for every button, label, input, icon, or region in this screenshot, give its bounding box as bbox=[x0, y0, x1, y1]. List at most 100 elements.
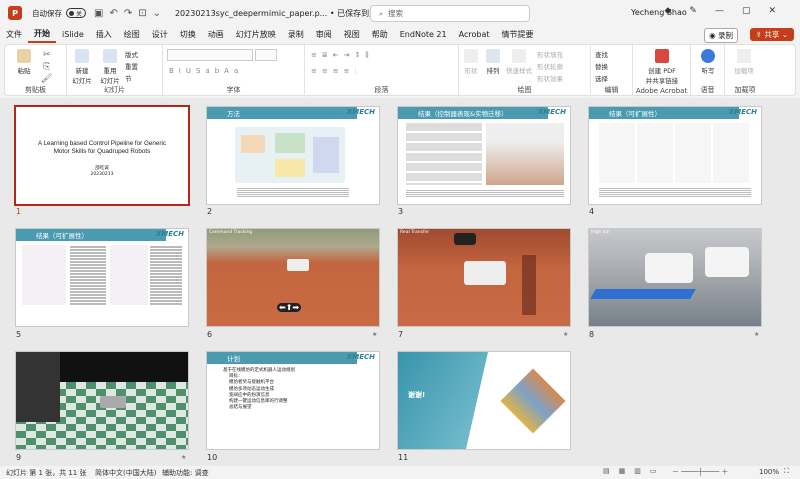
quick-styles-button[interactable]: 快速样式 bbox=[505, 49, 533, 75]
dictate-button[interactable]: 听写 bbox=[697, 49, 719, 75]
tab-storyboard[interactable]: 情节提要 bbox=[495, 26, 539, 43]
align-icons[interactable]: ≡≡≡≡⫶ bbox=[311, 67, 361, 76]
caption-text-block bbox=[406, 189, 564, 197]
slide-header: 计划 bbox=[207, 352, 357, 364]
tab-record[interactable]: 录制 bbox=[282, 26, 310, 43]
status-bar: 幻灯片 第 1 张，共 11 张 简体中文(中国大陆) 辅助功能: 调查 ▤▦▥… bbox=[0, 466, 800, 479]
slide-number: 9 bbox=[16, 453, 22, 462]
tab-review[interactable]: 审阅 bbox=[310, 26, 338, 43]
figure-plots bbox=[599, 123, 751, 183]
font-format-icons[interactable]: BIUSabAa bbox=[169, 67, 243, 75]
reuse-slides-icon bbox=[103, 49, 117, 63]
autosave-label: 自动保存 bbox=[32, 8, 62, 18]
tab-endnote[interactable]: EndNote 21 bbox=[394, 26, 453, 43]
search-input[interactable]: ⌕ 搜索 bbox=[370, 5, 530, 22]
cut-copy-icons[interactable]: ✂ ⎘ 🖌 bbox=[41, 49, 52, 85]
window-controls[interactable]: ◆✎—▢✕ bbox=[664, 6, 794, 16]
select-button[interactable]: 选择 bbox=[595, 73, 608, 83]
slide-number: 1 bbox=[16, 207, 22, 216]
group-editing: 查找 替换 选择 编辑 bbox=[591, 45, 633, 97]
tab-view[interactable]: 视图 bbox=[338, 26, 366, 43]
paste-button[interactable]: 粘贴 bbox=[13, 49, 35, 75]
slide-thumbnail-9[interactable]: Terrain Curr bbox=[16, 352, 188, 449]
slide-sorter: A Learning based Control Pipeline for Ge… bbox=[0, 98, 800, 466]
robot-sim-image bbox=[100, 396, 126, 408]
tab-animations[interactable]: 动画 bbox=[202, 26, 230, 43]
replace-button[interactable]: 替换 bbox=[595, 61, 608, 71]
arrange-button[interactable]: 排列 bbox=[483, 49, 503, 75]
group-acrobat: 创建 PDF 并共享链接 Adobe Acrobat bbox=[633, 45, 691, 97]
tab-islide[interactable]: iSlide bbox=[56, 26, 90, 43]
shape-button[interactable]: 形状 bbox=[461, 49, 481, 75]
shape-fill-button[interactable]: 形状填充 bbox=[537, 49, 563, 59]
xmech-logo: XMECH bbox=[346, 353, 375, 361]
font-label: 字体 bbox=[226, 86, 241, 94]
addins-button[interactable]: 加载项 bbox=[729, 49, 759, 75]
ribbon-tabs: 文件 开始 iSlide 插入 绘图 设计 切换 动画 幻灯片放映 录制 审阅 … bbox=[0, 26, 800, 43]
shape-effect-button[interactable]: 形状效果 bbox=[537, 73, 563, 83]
tab-design[interactable]: 设计 bbox=[146, 26, 174, 43]
tab-file[interactable]: 文件 bbox=[0, 26, 28, 43]
record-button[interactable]: ◉ 录制 bbox=[704, 28, 738, 43]
addins-label: 加载项 bbox=[734, 86, 756, 94]
editing-label: 编辑 bbox=[604, 86, 619, 94]
zoom-slider[interactable]: － ────┼──── ＋ bbox=[672, 467, 728, 477]
slide-thumbnail-4[interactable]: 结果（可扩展性） XMECH bbox=[589, 107, 761, 204]
tab-slideshow[interactable]: 幻灯片放映 bbox=[230, 26, 282, 43]
shape-icon bbox=[464, 49, 478, 63]
tab-home[interactable]: 开始 bbox=[28, 26, 56, 43]
acrobat-label: Adobe Acrobat bbox=[635, 87, 688, 95]
zoom-level[interactable]: 100% bbox=[759, 468, 779, 476]
transition-star-icon: ★ bbox=[372, 331, 378, 338]
tab-acrobat[interactable]: Acrobat bbox=[453, 26, 496, 43]
drawing-label: 绘图 bbox=[517, 86, 532, 94]
paragraph-label: 段落 bbox=[374, 86, 389, 94]
layout-button[interactable]: 版式 bbox=[125, 49, 138, 59]
xmech-logo: XMECH bbox=[346, 108, 375, 116]
document-title[interactable]: 20230213syc_deepermimic_paper.p... • 已保存… bbox=[175, 8, 402, 19]
microphone-icon bbox=[701, 49, 715, 63]
transition-star-icon: ★ bbox=[754, 331, 760, 338]
autosave-toggle[interactable]: 关 bbox=[66, 8, 86, 18]
tab-insert[interactable]: 插入 bbox=[90, 26, 118, 43]
tab-transitions[interactable]: 切换 bbox=[174, 26, 202, 43]
fit-slide-icon[interactable]: ⛶ bbox=[784, 467, 789, 476]
accessibility-text[interactable]: 辅助功能: 调查 bbox=[162, 468, 209, 478]
find-button[interactable]: 查找 bbox=[595, 49, 608, 59]
reuse-slides-button[interactable]: 重用 幻灯片 bbox=[97, 49, 123, 85]
teal-shape bbox=[398, 352, 488, 449]
create-pdf-button[interactable]: 创建 PDF 并共享链接 bbox=[637, 49, 687, 85]
robot-dog-image bbox=[464, 261, 506, 285]
slide-thumbnail-2[interactable]: 方法 XMECH bbox=[207, 107, 379, 204]
view-buttons[interactable]: ▤▦▥▭ bbox=[603, 467, 665, 475]
slide-header: 结果（控制器表现&实物迁移） bbox=[398, 107, 548, 119]
addins-icon bbox=[737, 49, 751, 63]
robot-dog-image bbox=[645, 253, 693, 283]
quick-access-icons[interactable]: ▣↶↷⊡⌄ bbox=[94, 8, 167, 19]
share-button[interactable]: ⇪ 共享 ⌄ bbox=[749, 28, 794, 41]
font-size-field[interactable] bbox=[255, 49, 277, 61]
language-text[interactable]: 简体中文(中国大陆) bbox=[95, 468, 156, 478]
slide-thumbnail-5[interactable]: 结果（可扩展性） XMECH bbox=[16, 229, 188, 326]
slide-thumbnail-1[interactable]: A Learning based Control Pipeline for Ge… bbox=[16, 107, 188, 204]
font-name-field[interactable] bbox=[167, 49, 253, 61]
list-icons[interactable]: ≡≣⇤⇥↕⫼ bbox=[311, 51, 374, 60]
slide-header: 方法 bbox=[207, 107, 357, 119]
method-diagram bbox=[235, 127, 345, 183]
figure-plots bbox=[22, 245, 66, 305]
slide-thumbnail-6[interactable]: Command Tracking ⬅⬆➡ bbox=[207, 229, 379, 326]
arrow-control-icons: ⬅⬆➡ bbox=[277, 303, 302, 312]
slide-thumbnail-3[interactable]: 结果（控制器表现&实物迁移） XMECH bbox=[398, 107, 570, 204]
slide-thumbnail-7[interactable]: Real Transfer bbox=[398, 229, 570, 326]
slide-number: 8 bbox=[589, 330, 595, 339]
new-slide-button[interactable]: 新建 幻灯片 bbox=[69, 49, 95, 85]
tab-help[interactable]: 帮助 bbox=[366, 26, 394, 43]
slide-thumbnail-11[interactable]: 谢谢! bbox=[398, 352, 570, 449]
section-button[interactable]: 节 bbox=[125, 73, 132, 83]
slide-thumbnail-10[interactable]: 计划 XMECH 基于在线模仿的定式机器人运动规划 目标： 模仿者奖与接触机平台… bbox=[207, 352, 379, 449]
tab-draw[interactable]: 绘图 bbox=[118, 26, 146, 43]
slide-thumbnail-8[interactable]: High Jun bbox=[589, 229, 761, 326]
shape-outline-button[interactable]: 形状轮廓 bbox=[537, 61, 563, 71]
slide-number: 10 bbox=[207, 453, 218, 462]
reset-button[interactable]: 重置 bbox=[125, 61, 138, 71]
